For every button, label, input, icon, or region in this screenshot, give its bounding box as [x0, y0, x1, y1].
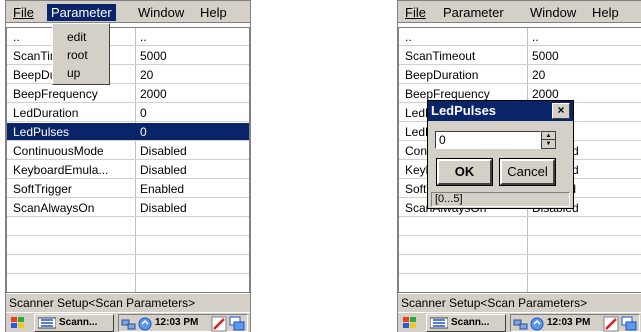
param-name-cell: ScanTimeout: [405, 49, 476, 63]
left-device-screen: File Parameter Window Help .... ScanTimeo…: [5, 0, 251, 332]
sync-icon[interactable]: [529, 316, 545, 332]
param-value-cell: Enabled: [140, 182, 185, 196]
system-tray: 12:03 PM: [510, 314, 640, 332]
param-value-cell: 0: [140, 125, 147, 139]
table-row[interactable]: ....: [399, 28, 641, 46]
param-name-cell: BeepFrequency: [13, 87, 98, 101]
table-row[interactable]: BeepDuration 20: [399, 66, 641, 84]
taskbar: Scann... 12:03 PM: [398, 312, 641, 332]
param-value-cell: ..: [532, 30, 539, 44]
clock[interactable]: 12:03 PM: [155, 315, 198, 331]
value-spinner[interactable]: ▲ ▼: [541, 131, 556, 149]
menu-file[interactable]: File: [9, 4, 38, 21]
param-name-cell: ContinuousMode: [13, 144, 104, 158]
start-flag-icon[interactable]: [8, 315, 30, 331]
param-name-cell: ScanAlwaysOn: [13, 201, 95, 215]
param-value-cell: Disabled: [140, 201, 187, 215]
spin-down-icon[interactable]: ▼: [542, 140, 555, 148]
param-value-cell: Disabled: [140, 144, 187, 158]
menu-window[interactable]: Window: [526, 4, 580, 21]
parameter-list: .... ScanTimeout 5000 BeepDuration 20 BeepFre…: [6, 27, 250, 293]
param-name-cell: BeepDuration: [405, 68, 479, 82]
menu-help[interactable]: Help: [588, 4, 623, 21]
taskbar-app-button[interactable]: Scann...: [34, 314, 114, 332]
table-row[interactable]: BeepFrequency 2000: [7, 85, 249, 103]
menu-help[interactable]: Help: [196, 4, 231, 21]
menu-parameter[interactable]: Parameter: [47, 4, 116, 21]
taskbar: Scann... 12:03 PM: [6, 312, 250, 332]
table-row[interactable]: BeepDuration 20: [7, 66, 249, 84]
table-row[interactable]: SoftTrigger Enabled: [7, 180, 249, 198]
table-row[interactable]: ContinuousMode Disabled: [7, 142, 249, 160]
param-value-cell: 5000: [532, 49, 559, 63]
param-name-cell: LedDuration: [13, 106, 79, 120]
table-row[interactable]: LedPulses 0: [7, 123, 249, 141]
menu-bar: File Parameter Window Help: [398, 1, 641, 23]
table-row[interactable]: ....: [7, 28, 249, 46]
status-bar: Scanner Setup<Scan Parameters>: [6, 293, 250, 312]
param-value-cell: 20: [532, 68, 546, 82]
param-name-cell: LedPulses: [13, 125, 70, 139]
table-row[interactable]: KeyboardEmula... Disabled: [7, 161, 249, 179]
network-icon[interactable]: [513, 316, 529, 332]
right-device-screen: File Parameter Window Help .... ScanTimeo…: [397, 0, 641, 332]
dialog-close-button[interactable]: ×: [552, 103, 570, 119]
param-value-cell: Disabled: [140, 163, 187, 177]
scanner-app-icon: [38, 317, 56, 329]
system-tray: 12:03 PM: [118, 314, 248, 332]
menu-window[interactable]: Window: [134, 4, 188, 21]
table-row[interactable]: [7, 275, 249, 292]
menu-file[interactable]: File: [401, 4, 430, 21]
table-row[interactable]: [399, 237, 641, 255]
status-bar: Scanner Setup<Scan Parameters>: [398, 293, 641, 312]
menu-item-edit[interactable]: edit: [67, 28, 86, 46]
network-icon[interactable]: [121, 316, 137, 332]
table-row[interactable]: LedDuration 0: [7, 104, 249, 122]
clock[interactable]: 12:03 PM: [547, 315, 590, 331]
ledpulses-dialog: LedPulses × 0 ▲ ▼ OK Cancel [0...5]: [427, 100, 574, 209]
parameter-menu-dropdown: edit root up: [52, 23, 110, 85]
value-input[interactable]: 0: [435, 131, 541, 149]
start-flag-icon[interactable]: [400, 315, 422, 331]
table-row[interactable]: ScanTimeout 5000: [399, 47, 641, 65]
window-switch-icon[interactable]: [229, 316, 245, 332]
menu-parameter[interactable]: Parameter: [439, 4, 508, 21]
table-row[interactable]: [7, 237, 249, 255]
param-value-cell: 0: [140, 106, 147, 120]
cancel-button[interactable]: Cancel: [499, 158, 556, 186]
param-name-cell: SoftTrigger: [13, 182, 72, 196]
table-row[interactable]: [7, 256, 249, 274]
sync-icon[interactable]: [137, 316, 153, 332]
table-row[interactable]: [399, 275, 641, 292]
table-row[interactable]: ScanAlwaysOn Disabled: [7, 199, 249, 217]
scanner-app-icon: [430, 317, 448, 329]
window-switch-icon[interactable]: [621, 316, 637, 332]
param-value-cell: 2000: [140, 87, 167, 101]
table-row[interactable]: [399, 256, 641, 274]
param-name-cell: ..: [405, 30, 412, 44]
taskbar-app-label: Scann...: [451, 317, 490, 328]
pencil-icon[interactable]: [603, 316, 619, 332]
table-row[interactable]: [399, 218, 641, 236]
param-value-cell: 20: [140, 68, 154, 82]
table-row[interactable]: ScanTimeout 5000: [7, 47, 249, 65]
param-name-cell: KeyboardEmula...: [13, 163, 109, 177]
ok-button[interactable]: OK: [436, 158, 493, 186]
taskbar-app-label: Scann...: [59, 317, 98, 328]
table-row[interactable]: [7, 218, 249, 236]
menu-item-root[interactable]: root: [67, 46, 88, 64]
spin-up-icon[interactable]: ▲: [542, 132, 555, 140]
param-value-cell: 5000: [140, 49, 167, 63]
menu-bar: File Parameter Window Help: [6, 1, 250, 23]
menu-item-up[interactable]: up: [67, 64, 80, 82]
param-value-cell: ..: [140, 30, 147, 44]
pencil-icon[interactable]: [211, 316, 227, 332]
value-range-hint: [0...5]: [431, 192, 570, 207]
taskbar-app-button[interactable]: Scann...: [426, 314, 506, 332]
